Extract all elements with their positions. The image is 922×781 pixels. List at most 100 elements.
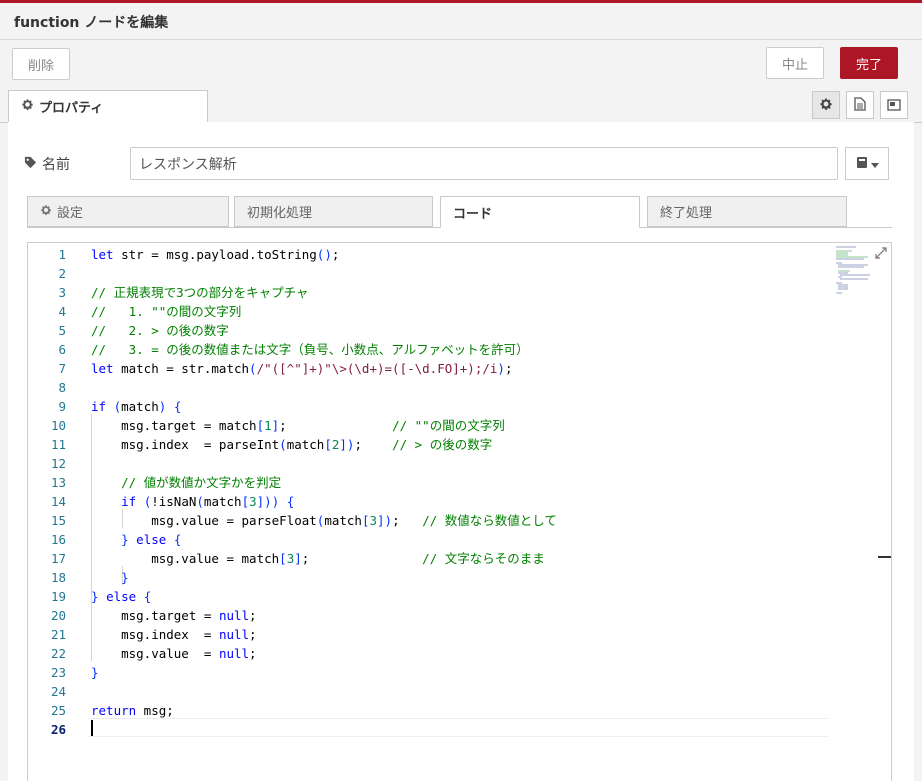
subtab-code[interactable]: コード xyxy=(440,196,640,228)
subtab-settings-label: 設定 xyxy=(57,206,84,221)
name-input[interactable] xyxy=(130,147,838,180)
code-line: 15 msg.value = parseFloat(match[3]); // … xyxy=(28,511,828,530)
line-number: 9 xyxy=(58,399,66,414)
dialog-tabs: プロパティ xyxy=(0,88,922,123)
code-line: 10 msg.target = match[1]; // ""の間の文字列 xyxy=(28,416,828,435)
line-code: // 値が数値か文字かを判定 xyxy=(121,475,282,490)
line-code: msg.index = null; xyxy=(91,627,257,642)
code-line: 14 if (!isNaN(match[3])) { xyxy=(28,492,828,511)
line-number: 10 xyxy=(50,418,66,433)
subtab-code-label: コード xyxy=(453,206,493,222)
code-line: 16 } else { xyxy=(28,530,828,549)
line-code: if (match) { xyxy=(91,399,182,414)
code-line: 20 msg.target = null; xyxy=(28,606,828,625)
line-number: 19 xyxy=(50,589,66,604)
code-line: 5 // 2. > の後の数字 xyxy=(28,321,828,340)
line-number: 1 xyxy=(58,247,66,262)
gear-icon xyxy=(819,96,833,115)
file-icon xyxy=(854,96,866,115)
code-editor[interactable]: 1 let str = msg.payload.toString(); 2 3// 正… xyxy=(27,242,892,781)
code-line: 19 } else { xyxy=(28,587,828,606)
subtab-initialize-label: 初期化処理 xyxy=(247,206,313,221)
expand-icon xyxy=(875,244,887,263)
line-code: msg.target = match[1]; // ""の間の文字列 xyxy=(91,418,505,433)
properties-view-button[interactable] xyxy=(812,91,840,119)
caret-down-icon xyxy=(870,154,879,173)
subtab-initialize[interactable]: 初期化処理 xyxy=(234,196,433,227)
code-line: 11 msg.index = parseInt(match[2]); // > … xyxy=(28,435,828,454)
delete-button[interactable]: 削除 xyxy=(12,48,70,80)
line-code: let str = msg.payload.toString(); xyxy=(91,247,340,262)
appearance-view-button[interactable] xyxy=(880,91,908,119)
line-number: 2 xyxy=(58,266,66,281)
code-line: 13 // 値が数値か文字かを判定 xyxy=(28,473,828,492)
gear-icon xyxy=(40,204,52,220)
line-number: 11 xyxy=(50,437,66,452)
line-code: return msg; xyxy=(91,703,174,718)
function-subtabs: 設定 初期化処理 コード 終了処理 xyxy=(27,196,892,228)
dialog-title: function ノードを編集 xyxy=(14,15,169,31)
code-line: 22 msg.value = null; xyxy=(28,644,828,663)
line-code: // 2. > の後の数字 xyxy=(91,323,229,338)
line-number: 21 xyxy=(50,627,66,642)
name-label: 名前 xyxy=(24,154,70,174)
code-line: 18 } xyxy=(28,568,828,587)
code-line: 7 let match = str.match(/"([^"]+)"\>(\d+)… xyxy=(28,359,828,378)
code-line: 21 msg.index = null; xyxy=(28,625,828,644)
line-code: // 正規表現で3つの部分をキャプチャ xyxy=(91,285,309,300)
dialog-title-bar: function ノードを編集 xyxy=(0,3,922,40)
line-number: 18 xyxy=(50,570,66,585)
line-code: if (!isNaN(match[3])) { xyxy=(121,494,295,509)
line-code: msg.value = match[3]; // 文字ならそのまま xyxy=(91,551,545,566)
dialog-toolbar: 削除 中止 完了 xyxy=(0,40,922,88)
code-line: 12 xyxy=(28,454,828,473)
line-number: 25 xyxy=(50,703,66,718)
line-number: 20 xyxy=(50,608,66,623)
line-number: 3 xyxy=(58,285,66,300)
line-code: msg.value = null; xyxy=(91,646,257,661)
code-line: 23} xyxy=(28,663,828,682)
line-code: } else { xyxy=(121,532,182,547)
line-code: // 3. = の後の数値または文字（負号、小数点、アルファベットを許可） xyxy=(91,342,529,357)
description-view-button[interactable] xyxy=(846,91,874,119)
subtab-settings[interactable]: 設定 xyxy=(27,196,229,227)
code-line: 25 return msg; xyxy=(28,701,828,720)
code-line: 2 xyxy=(28,264,828,283)
line-number: 26 xyxy=(50,722,66,737)
line-code: } else { xyxy=(91,589,152,604)
tab-properties-label: プロパティ xyxy=(39,101,104,116)
line-code: let match = str.match(/"([^"]+)"\>(\d+)=… xyxy=(91,361,513,376)
code-line: 9 if (match) { xyxy=(28,397,828,416)
image-icon xyxy=(887,96,901,115)
code-line: 3 // 正規表現で3つの部分をキャプチャ xyxy=(28,283,828,302)
name-label-text: 名前 xyxy=(42,157,70,173)
gear-icon xyxy=(21,98,34,115)
name-options-dropdown[interactable] xyxy=(845,147,889,180)
code-line: 17 msg.value = match[3]; // 文字ならそのまま xyxy=(28,549,828,568)
code-minimap[interactable] xyxy=(834,245,874,299)
line-number: 12 xyxy=(50,456,66,471)
line-code: } xyxy=(91,665,99,680)
line-code: msg.index = parseInt(match[2]); // > の後の… xyxy=(91,437,493,452)
line-number: 4 xyxy=(58,304,66,319)
subtab-finalize-label: 終了処理 xyxy=(660,206,713,221)
line-number: 5 xyxy=(58,323,66,338)
code-line: 6 // 3. = の後の数値または文字（負号、小数点、アルファベットを許可） xyxy=(28,340,828,359)
line-number: 14 xyxy=(50,494,66,509)
line-number: 17 xyxy=(50,551,66,566)
code-line: 8 xyxy=(28,378,828,397)
line-number: 8 xyxy=(58,380,66,395)
line-number: 16 xyxy=(50,532,66,547)
done-button[interactable]: 完了 xyxy=(840,47,898,79)
line-code: msg.target = null; xyxy=(91,608,257,623)
subtab-finalize[interactable]: 終了処理 xyxy=(647,196,847,227)
expand-editor-button[interactable] xyxy=(871,243,891,263)
line-number: 15 xyxy=(50,513,66,528)
tab-properties[interactable]: プロパティ xyxy=(8,90,208,123)
line-number: 23 xyxy=(50,665,66,680)
cancel-button[interactable]: 中止 xyxy=(766,47,824,79)
line-code: } xyxy=(121,570,129,585)
line-number: 7 xyxy=(58,361,66,376)
line-number: 22 xyxy=(50,646,66,661)
code-line: 26 xyxy=(28,720,828,739)
